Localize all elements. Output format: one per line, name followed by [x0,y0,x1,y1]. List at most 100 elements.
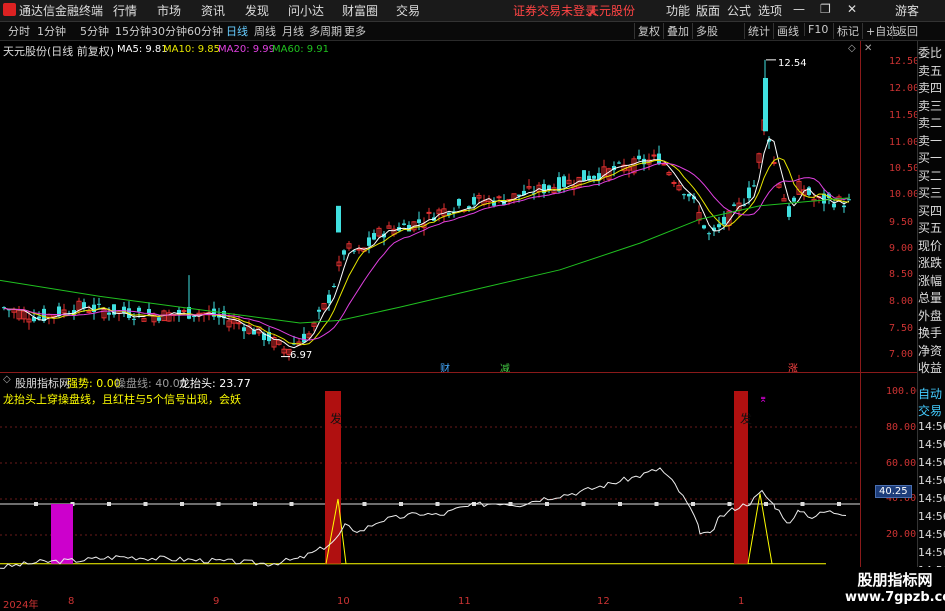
candlestick-chart[interactable] [0,41,860,372]
period-30min[interactable]: 30分钟 [151,23,187,39]
period-multi[interactable]: 多周期 [309,23,342,39]
longtaitou-line [0,467,847,569]
sidebar-quote-item: 卖二 [918,116,943,130]
caopan-marker [764,502,768,506]
sidebar-quote-item: 卖三 [918,98,943,113]
watermark: 股朋指标网 www.7gpzb.com [845,567,945,609]
menu-item-zixun[interactable]: 资讯 [201,2,225,19]
sidebar-quote-item: 现价 [918,238,943,253]
caopan-marker [837,502,841,506]
candle-body [426,211,432,214]
ma60-line [0,197,851,324]
indicator-chart[interactable]: ⌆ [0,373,860,571]
tool-duogu[interactable]: 多股 [692,23,718,39]
candle-body [472,197,476,205]
sidebar-quote-item: 卖一 [918,133,943,148]
watermark-name: 股朋指标网 [857,571,933,589]
menu-item-jiaoyi[interactable]: 交易 [396,2,420,19]
candle-body [342,250,346,255]
tool-fanhui[interactable]: 返回 [892,23,918,39]
candle-body [372,233,376,240]
minimize-icon[interactable]: — [793,2,805,16]
menu-banmian[interactable]: 版面 [696,2,720,19]
caopan-marker [362,502,367,506]
tool-biaoji[interactable]: 标记 [833,23,859,39]
menu-gongshi[interactable]: 公式 [727,2,751,19]
tool-diejia[interactable]: 叠加 [663,23,689,39]
price-tick: 10.00 [889,189,920,200]
menu-item-faxian[interactable]: 发现 [245,2,269,19]
candle-body [157,317,161,321]
close-icon[interactable]: ✕ [847,2,857,16]
sidebar-trade-item[interactable]: 交易 [918,402,945,419]
min-price-label: 6.97 [290,350,313,361]
menu-item-caifuquan[interactable]: 财富圈 [342,2,378,19]
menu-item-shichang[interactable]: 市场 [157,2,181,19]
period-60min[interactable]: 60分钟 [187,23,223,39]
sidebar-time-item: 14:56 [918,546,945,559]
sidebar-time-item: 14:56 [918,474,945,487]
sidebar-quote-item: 换手 [918,326,943,340]
period-fenshi[interactable]: 分时 [8,23,30,39]
candle-body [236,322,242,325]
date-dec: 12 [597,596,610,607]
current-value-badge: 40.25 [875,485,912,498]
date-jan: 1 [738,596,745,607]
period-15min[interactable]: 15分钟 [115,23,151,39]
menu-xuanxiang[interactable]: 选项 [758,2,782,19]
period-more[interactable]: 更多 [344,23,366,39]
sidebar-quote-item: 净资 [918,343,943,358]
menu-item-wenxiaoda[interactable]: 问小达 [288,2,324,19]
candle-body [842,205,846,208]
period-1min[interactable]: 1分钟 [37,23,66,39]
candle-body [367,237,371,246]
candle-body [637,155,641,160]
sidebar-quote-item: 买四 [918,203,943,218]
period-weekly[interactable]: 周线 [254,23,276,39]
login-warning[interactable]: 证券交易未登录 [513,2,597,19]
candle-body [702,225,706,229]
menu-gongneng[interactable]: 功能 [666,2,690,19]
tool-fuquan[interactable]: 复权 [634,23,660,39]
sidebar-time-item: 14:56 [918,438,945,451]
date-oct: 10 [337,596,350,607]
tool-huaxian[interactable]: 画线 [773,23,799,39]
candle-body [582,170,586,181]
tool-f10[interactable]: F10 [804,23,828,36]
candle-body [496,196,502,199]
price-tick: 7.00 [889,349,914,360]
candle-body [592,175,596,179]
candle-body [682,194,686,196]
sidebar-trade-item[interactable]: 自动 [918,385,945,402]
sidebar-quote-item: 卖五 [918,63,943,78]
period-5min[interactable]: 5分钟 [80,23,109,39]
sidebar-time-item: 14:56 [918,528,945,541]
period-monthly[interactable]: 月线 [282,23,304,39]
menu-item-hangqing[interactable]: 行情 [113,2,137,19]
tool-tongji[interactable]: 统计 [744,23,770,39]
candle-body [661,163,667,166]
candle-body [242,327,246,332]
guest-label[interactable]: 游客 [895,2,919,19]
price-tick: 9.00 [889,243,914,254]
caopan-marker [143,502,148,506]
caopan-marker [545,502,549,506]
candle-body [657,153,661,165]
period-daily[interactable]: 日线 [226,23,248,39]
date-sep: 9 [213,596,220,607]
price-tick: 12.50 [889,56,920,67]
caopan-marker [800,502,805,506]
sidebar-quote-item: 买一 [918,151,943,165]
candle-body [763,77,768,132]
candle-body [336,205,341,233]
candle-body [747,187,751,199]
sidebar-time-item: 14:56 [918,510,945,523]
price-tick: 11.50 [889,110,920,121]
sidebar-quote-item: 卖四 [918,81,943,95]
candle-body [752,185,756,187]
candle-body [132,318,136,320]
sidebar-quote-item: 买三 [918,186,943,200]
restore-icon[interactable]: ❐ [820,2,831,16]
price-tick: 8.00 [889,296,914,307]
app-logo-icon [3,3,16,16]
